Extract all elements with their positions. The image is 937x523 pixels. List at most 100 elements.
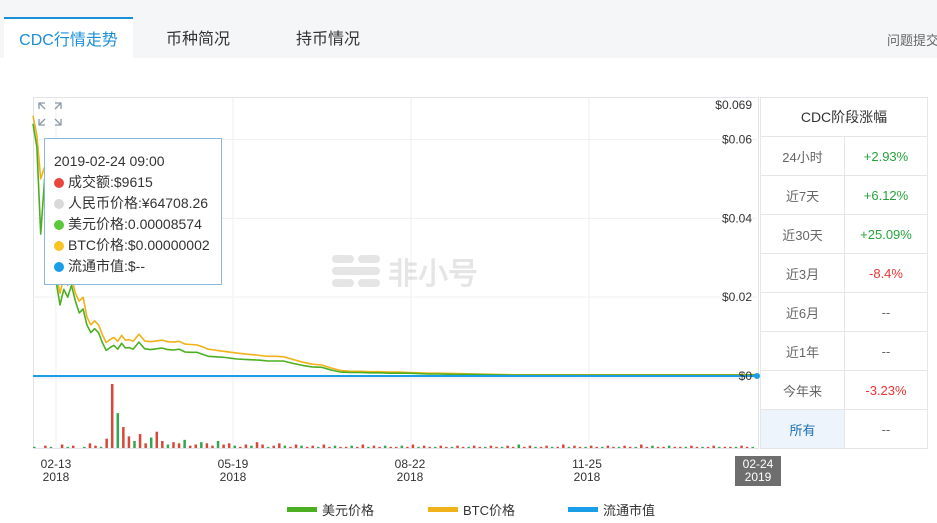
volume-bar [690,445,693,448]
volume-bar [172,442,175,448]
volume-bar [489,445,493,448]
volume-bar [94,445,97,448]
volume-bar [383,445,387,448]
stats-label[interactable]: 近7天 [760,175,845,215]
volume-bar [628,446,632,448]
volume-bars [33,384,754,448]
volume-bar [127,436,131,448]
volume-bar [149,437,153,448]
volume-bar [584,446,587,448]
legend-mcap[interactable]: 流通市值 [568,500,655,519]
volume-bar [723,446,727,448]
volume-bar [651,445,654,448]
volume-bar [500,446,504,448]
volume-bar [328,446,331,448]
legend-usd[interactable]: 美元价格 [287,500,374,519]
volume-bar [155,431,159,448]
stats-title: CDC阶段涨幅 [760,97,928,137]
tooltip-row-cny: 人民币价格:¥64708.26 [54,193,221,214]
volume-bar [573,445,576,448]
volume-bar [350,445,353,448]
volume-bar [534,446,537,448]
volume-bar [506,445,509,448]
volume-bar [49,446,53,448]
volume-bar [122,427,125,448]
volume-bar [478,446,482,448]
stats-value: -- [844,331,928,371]
stats-label-all[interactable]: 所有 [760,409,845,449]
volume-bar [222,444,225,448]
volume-bar [656,446,660,448]
stats-label[interactable]: 今年来 [760,370,845,410]
tooltip-row-mcap: 流通市值:$-- [54,256,221,277]
volume-bar [188,445,192,448]
x-tick-label: 02-13 2018 [40,457,72,484]
stats-value: -8.4% [844,253,928,293]
volume-bar [578,446,582,448]
watermark-text: 非小号 [388,258,478,291]
tooltip-dot-icon [54,220,64,230]
volume-bar [745,446,749,448]
legend-swatch [428,507,458,512]
volume-bar [177,443,181,448]
legend-swatch [568,507,598,512]
stats-value: -3.23% [844,370,928,410]
volume-bar [339,446,342,448]
stats-value: +6.12% [844,175,928,215]
volume-bar [250,445,253,448]
tooltip-row-volume: 成交额:$9615 [54,172,221,193]
volume-bar [105,438,108,448]
volume-bar [701,446,704,448]
volume-bar [634,446,637,448]
stats-label[interactable]: 24小时 [760,136,845,176]
volume-bar [255,442,259,448]
volume-bar [227,443,231,448]
volume-bar [322,444,326,448]
volume-bar [428,446,431,448]
volume-bar [283,445,287,448]
volume-bar [294,444,298,448]
volume-bar [740,445,743,448]
volume-bar [456,445,459,448]
volume-bar [612,446,615,448]
stats-row: 近1年 -- [760,331,928,371]
y-tick-label: $0 [739,369,753,383]
volume-bar [623,445,626,448]
volume-bar [467,446,470,448]
stats-value: -- [844,292,928,332]
volume-bar [617,446,621,448]
volume-bar [495,446,498,448]
y-tick-label: $0.04 [722,211,752,225]
volume-bar [161,441,164,448]
chart-tooltip: 2019-02-24 09:00 成交额:$9615 人民币价格:¥64708.… [44,138,222,285]
volume-bar [550,446,554,448]
stats-value: +2.93% [844,136,928,176]
volume-bar [640,444,643,448]
stats-row: 近3月 -8.4% [760,253,928,293]
volume-bar [183,439,186,448]
stats-value: -- [844,409,928,449]
x-tick-label: 11-25 2018 [572,457,602,484]
volume-bar [472,445,476,448]
volume-bar [712,445,715,448]
tooltip-dot-icon [54,262,64,272]
stats-label[interactable]: 近3月 [760,253,845,293]
volume-bar [422,445,426,448]
volume-bar [83,446,86,448]
tooltip-dot-icon [54,241,64,251]
volume-bar [344,446,348,448]
stats-label[interactable]: 近1年 [760,331,845,371]
expand-icon[interactable] [37,101,63,127]
stats-label[interactable]: 近6月 [760,292,845,332]
volume-bar [556,446,560,448]
volume-bar [528,445,532,448]
tooltip-dot-icon [54,199,64,209]
legend-btc[interactable]: BTC价格 [428,500,515,519]
volume-bar [216,441,220,448]
stats-label[interactable]: 近30天 [760,214,845,254]
stats-row: 今年来 -3.23% [760,370,928,410]
watermark-logo-icon [332,255,380,287]
volume-bar [400,445,404,448]
volume-bar [239,446,242,448]
volume-bar [445,446,448,448]
